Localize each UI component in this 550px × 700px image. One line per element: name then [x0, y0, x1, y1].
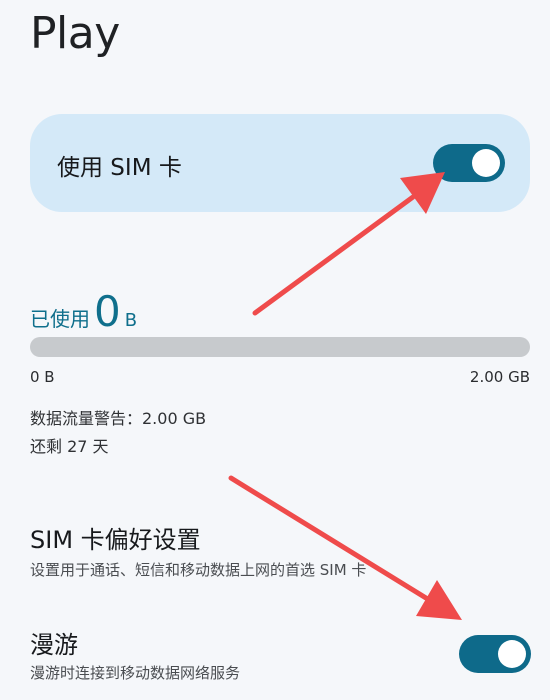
used-label: 已使用	[30, 307, 90, 331]
roaming-title: 漫游	[30, 631, 78, 659]
usage-range-min: 0 B	[30, 368, 55, 386]
arrow-head	[416, 580, 462, 620]
toggle-knob	[498, 640, 526, 668]
arrow-to-roaming-toggle	[228, 475, 462, 620]
used-value: 0	[94, 287, 121, 336]
use-sim-card[interactable]: 使用 SIM 卡	[30, 114, 530, 212]
data-usage-summary: 已使用0 B	[30, 287, 137, 336]
roaming-toggle[interactable]	[459, 635, 531, 673]
sim-preferences-title[interactable]: SIM 卡偏好设置	[30, 520, 201, 555]
use-sim-toggle[interactable]	[433, 144, 505, 182]
roaming-subtitle: 漫游时连接到移动数据网络服务	[30, 664, 241, 682]
page-title: Play	[30, 8, 120, 59]
data-warning-text[interactable]: 数据流量警告：2.00 GB	[30, 405, 206, 429]
sim-preferences-subtitle: 设置用于通话、短信和移动数据上网的首选 SIM 卡	[30, 561, 367, 579]
arrow-shaft	[228, 475, 429, 601]
used-unit: B	[124, 310, 138, 331]
use-sim-label: 使用 SIM 卡	[57, 155, 182, 181]
toggle-knob	[472, 149, 500, 177]
arrow-shaft	[252, 194, 416, 316]
data-usage-bar	[30, 337, 530, 357]
days-left-text: 还剩 27 天	[30, 437, 109, 456]
usage-range-max: 2.00 GB	[469, 368, 530, 386]
